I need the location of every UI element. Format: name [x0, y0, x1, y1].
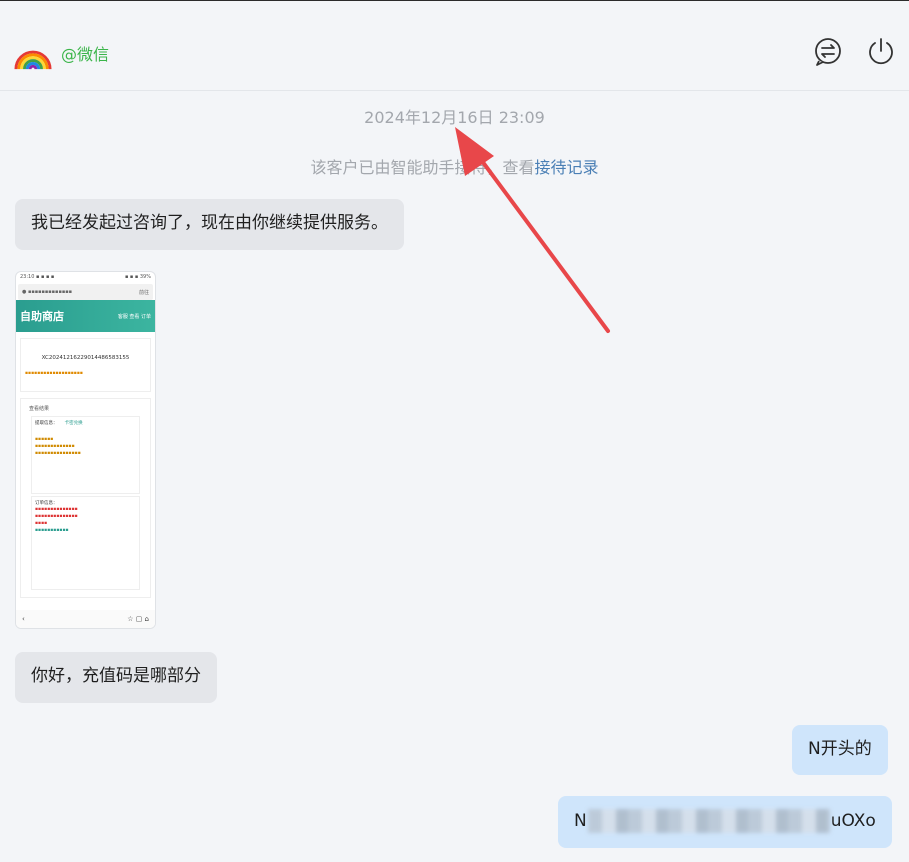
thumb-url-bar: ● ▪▪▪▪▪▪▪▪▪▪▪▪▪ 前往: [18, 284, 153, 300]
message-bubble-agent-code: NuOXo: [558, 796, 892, 848]
thumb-nav-icons: ☆ ▢ ⌂: [127, 615, 149, 623]
thumb-extract-label: 提取信息：: [35, 421, 58, 426]
rainbow-icon: [14, 50, 52, 70]
thumb-back-icon: ‹: [22, 615, 25, 623]
chat-header: @微信: [0, 1, 909, 91]
reception-record-link[interactable]: 接待记录: [535, 158, 599, 177]
message-timestamp: 2024年12月16日 23:09: [364, 108, 545, 127]
thumb-status-bar: 23:10 ▪ ▪ ▪ ▪ ▪ ▪ ▪ 39%: [20, 274, 151, 280]
thumb-go-button: 前往: [138, 289, 149, 296]
thumb-shop-nav: 客服 查看 订单: [117, 313, 151, 320]
notice-text: 该客户已由智能助手接待，查看: [310, 158, 535, 177]
power-icon[interactable]: [866, 37, 896, 67]
thumb-result-legend: 查看结果: [29, 406, 50, 412]
thumb-hint: ▪▪▪▪▪▪▪▪▪▪▪▪▪▪▪▪▪▪▪: [25, 371, 83, 376]
redacted-blur: [587, 809, 830, 833]
thumb-order-contact: ▪▪▪▪▪▪▪▪▪▪▪: [35, 527, 69, 533]
message-bubble-customer: 你好，充值码是哪部分: [15, 652, 217, 703]
thumb-redeem-link: 卡密兑换: [64, 421, 83, 426]
thumb-extract-section: 提取信息： 卡密兑换 ▪▪▪▪▪▪ ▪▪▪▪▪▪▪▪▪▪▪▪▪ ▪▪▪▪▪▪▪▪▪▪…: [31, 416, 140, 494]
code-prefix: N: [574, 811, 587, 831]
message-bubble-agent: N开头的: [792, 725, 888, 775]
thumb-shop-bar: 自助商店 客服 查看 订单: [16, 300, 155, 332]
code-suffix: uOXo: [830, 811, 876, 831]
thumb-shop-title: 自助商店: [20, 310, 64, 323]
thumb-order-section: 订单信息： ▪▪▪▪▪▪▪▪▪▪▪▪▪▪ ▪▪▪▪▪▪▪▪▪▪▪▪▪▪ ▪▪▪▪ ▪…: [31, 496, 140, 590]
switch-chat-icon[interactable]: [813, 37, 843, 67]
message-bubble-customer: 我已经发起过咨询了，现在由你继续提供服务。: [15, 199, 404, 250]
thumb-bottom-bar: ‹ ☆ ▢ ⌂: [16, 610, 155, 628]
thumb-result-card: 查看结果 提取信息： 卡密兑换 ▪▪▪▪▪▪ ▪▪▪▪▪▪▪▪▪▪▪▪▪ ▪▪▪▪▪…: [20, 398, 151, 598]
username: @微信: [61, 45, 110, 64]
assistant-notice: 该客户已由智能助手接待，查看接待记录: [0, 154, 909, 178]
thumb-order-number: XC20241216229014486583155: [41, 355, 130, 361]
screenshot-image[interactable]: 23:10 ▪ ▪ ▪ ▪ ▪ ▪ ▪ 39% ● ▪▪▪▪▪▪▪▪▪▪▪▪▪ 前往…: [15, 271, 156, 629]
thumb-extract-content: ▪▪▪▪▪▪ ▪▪▪▪▪▪▪▪▪▪▪▪▪ ▪▪▪▪▪▪▪▪▪▪▪▪▪▪▪: [35, 437, 81, 457]
thumb-search-card: XC20241216229014486583155 ▪▪▪▪▪▪▪▪▪▪▪▪▪▪…: [20, 338, 151, 392]
thumb-order-warning: ▪▪▪▪▪▪▪▪▪▪▪▪▪▪ ▪▪▪▪▪▪▪▪▪▪▪▪▪▪ ▪▪▪▪: [35, 507, 78, 527]
